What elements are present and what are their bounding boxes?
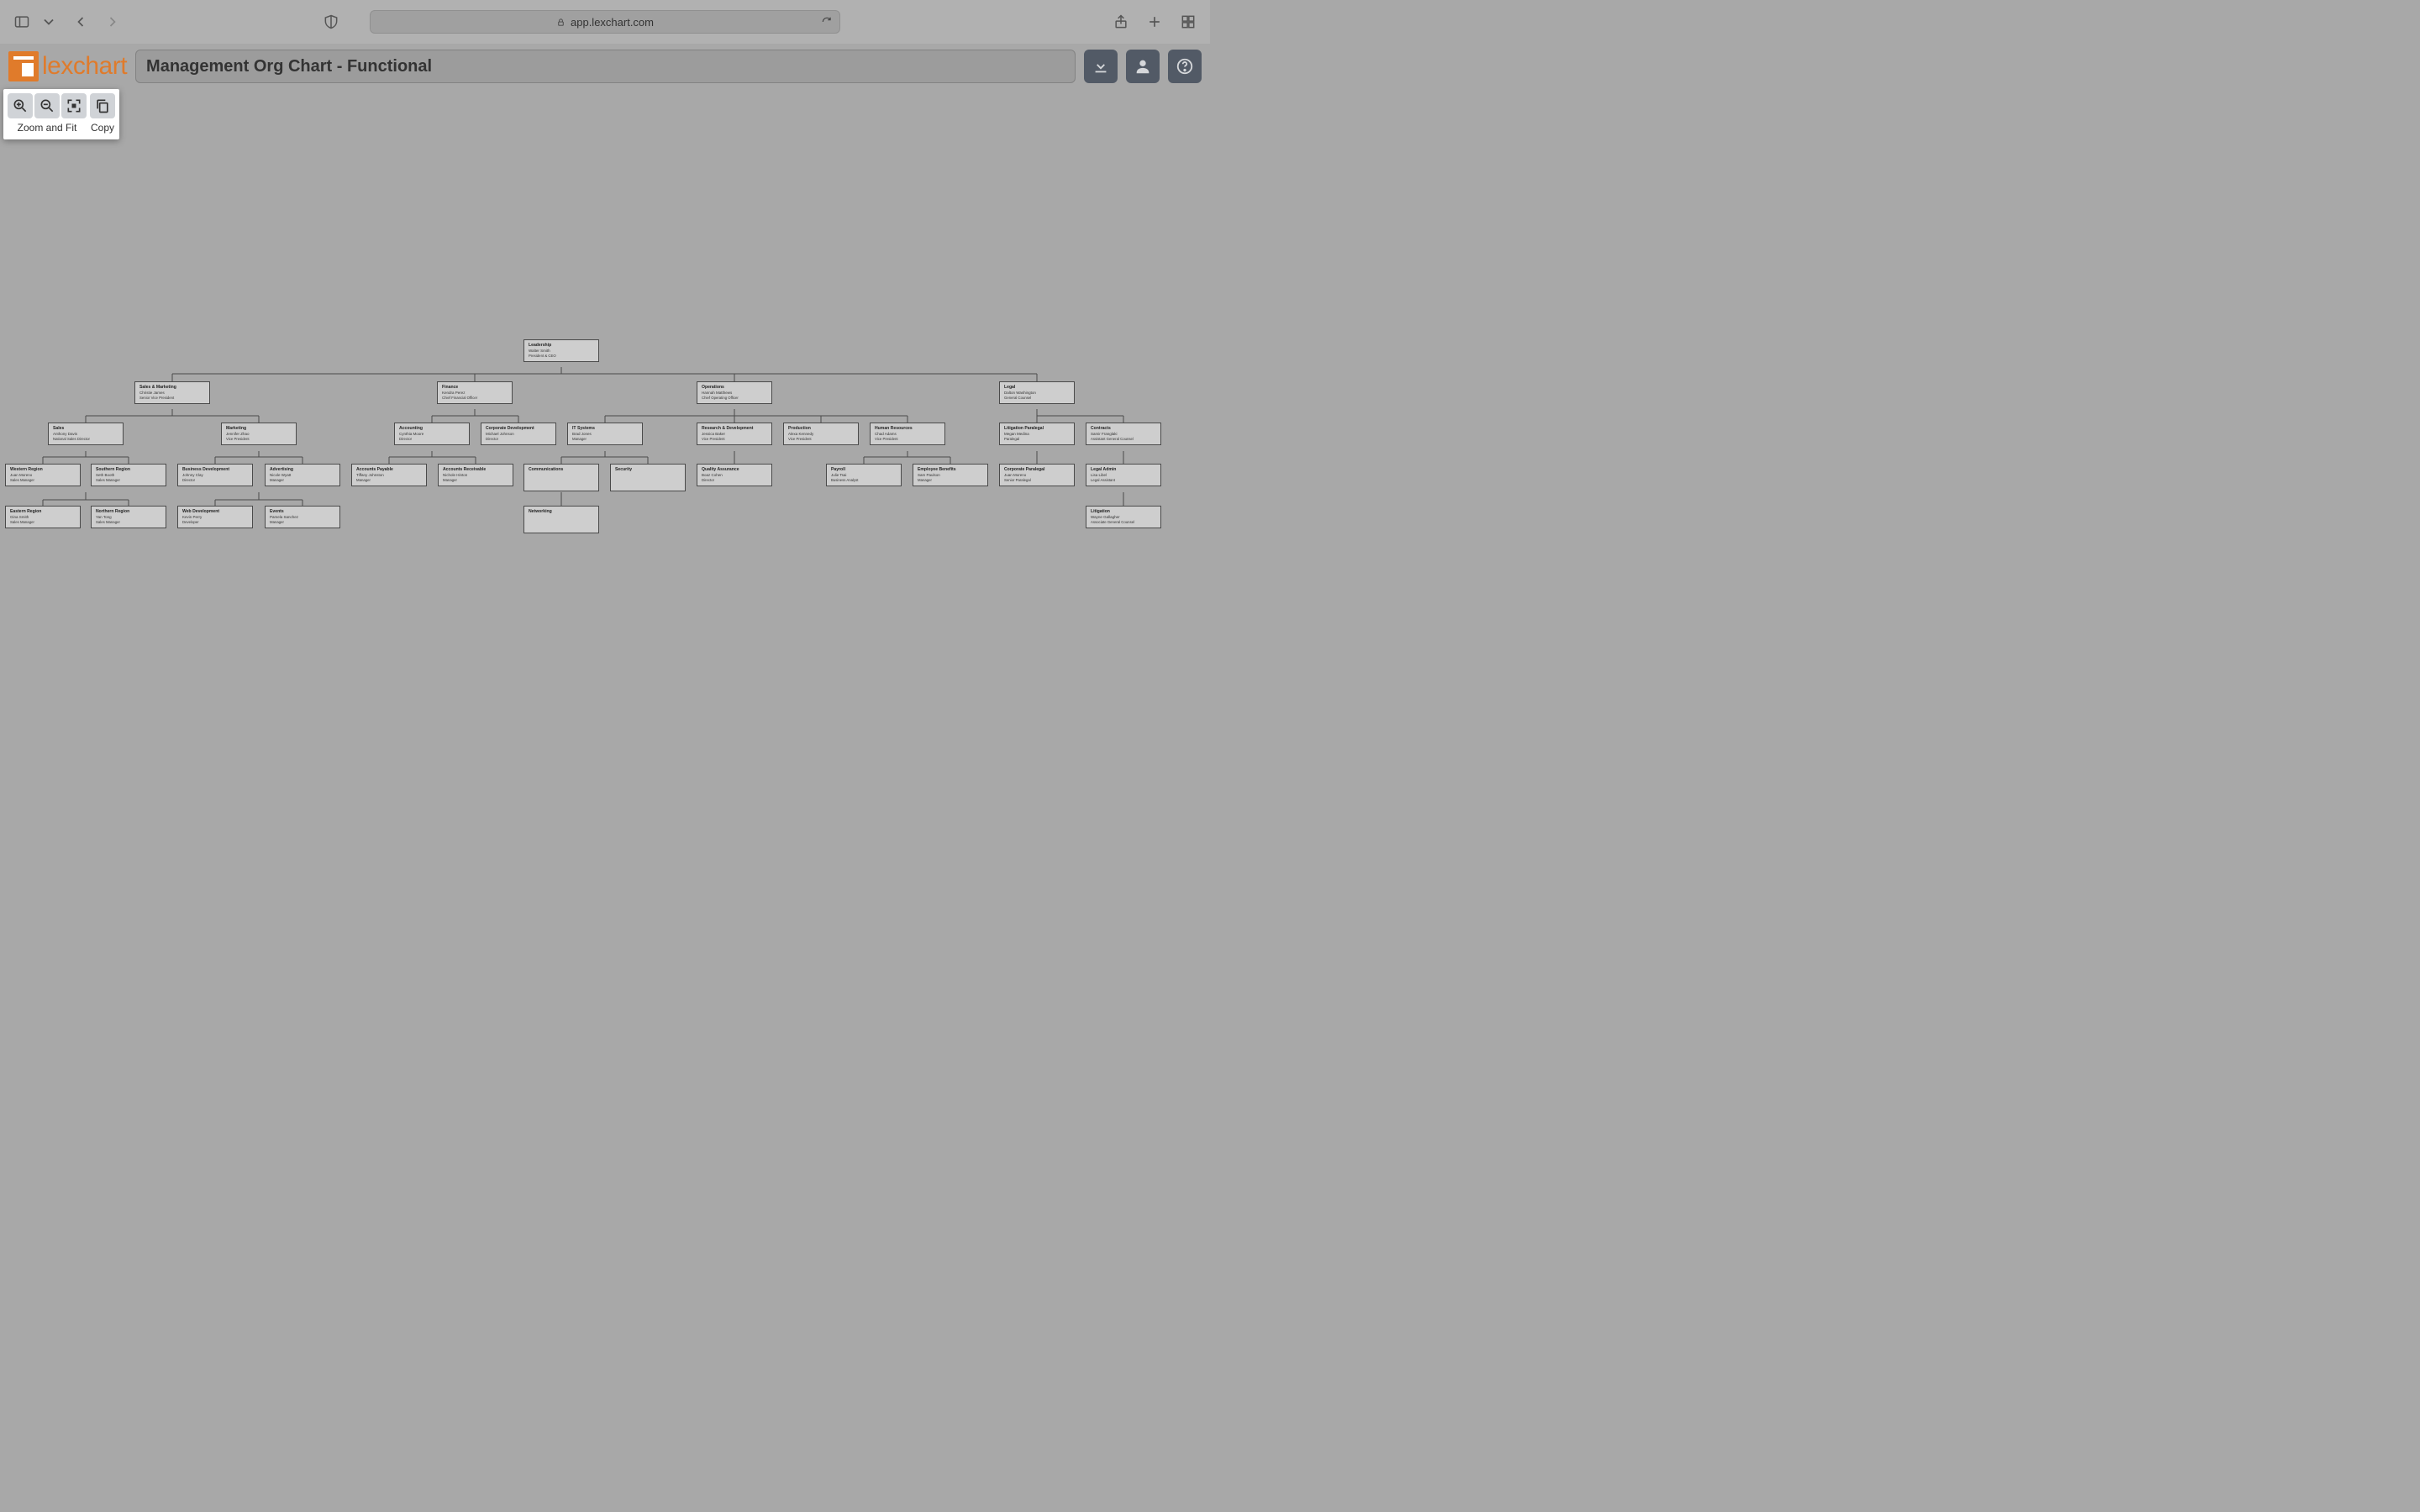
node-quality-assurance[interactable]: Quality Assurance Boaz Cohen Director xyxy=(697,464,772,486)
node-operations[interactable]: Operations Hannah Matthews Chief Operati… xyxy=(697,381,772,404)
node-sales-marketing[interactable]: Sales & Marketing Christie James Senior … xyxy=(134,381,210,404)
node-business-development[interactable]: Business Development Johnny Clay Directo… xyxy=(177,464,253,486)
node-events[interactable]: Events Pamela Sanchez Manager xyxy=(265,506,340,528)
copy-group: Copy xyxy=(90,93,115,134)
node-litigation[interactable]: Litigation Wayne Gallagher Associate Gen… xyxy=(1086,506,1161,528)
copy-group-label: Copy xyxy=(91,122,114,134)
copy-button[interactable] xyxy=(90,93,115,118)
node-employee-benefits[interactable]: Employee Benefits Sam Paulson Manager xyxy=(913,464,988,486)
node-legal[interactable]: Legal Dalton Washington General Counsel xyxy=(999,381,1075,404)
node-accounting[interactable]: Accounting Cynthia Moore Director xyxy=(394,423,470,445)
node-finance[interactable]: Finance Kendra Perez Chief Financial Off… xyxy=(437,381,513,404)
zoom-in-button[interactable] xyxy=(8,93,33,118)
node-northern-region[interactable]: Northern Region Yan Tong Sales Manager xyxy=(91,506,166,528)
zoom-copy-toolbar: Zoom and Fit Copy xyxy=(3,89,119,139)
node-security[interactable]: Security xyxy=(610,464,686,491)
node-southern-region[interactable]: Southern Region Seth Booth Sales Manager xyxy=(91,464,166,486)
node-communications[interactable]: Communications xyxy=(523,464,599,491)
zoom-group-label: Zoom and Fit xyxy=(18,122,77,134)
node-leadership[interactable]: Leadership Walter Smith President & CEO xyxy=(523,339,599,362)
zoom-out-button[interactable] xyxy=(34,93,60,118)
node-eastern-region[interactable]: Eastern Region Gina Smith Sales Manager xyxy=(5,506,81,528)
node-sales[interactable]: Sales Anthony Davis National Sales Direc… xyxy=(48,423,124,445)
node-hr[interactable]: Human Resources Chad Adams Vice Presiden… xyxy=(870,423,945,445)
node-it-systems[interactable]: IT Systems Brad Jones Manager xyxy=(567,423,643,445)
node-western-region[interactable]: Western Region Juan Moreno Sales Manager xyxy=(5,464,81,486)
node-rnd[interactable]: Research & Development Jessica Baker Vic… xyxy=(697,423,772,445)
node-accounts-payable[interactable]: Accounts Payable Tiffany Johnston Manage… xyxy=(351,464,427,486)
zoom-group: Zoom and Fit xyxy=(8,93,87,134)
node-production[interactable]: Production Alexa Kennedy Vice President xyxy=(783,423,859,445)
node-legal-admin[interactable]: Legal Admin Lisa Libel Legal Assistant xyxy=(1086,464,1161,486)
node-web-development[interactable]: Web Development Kevin Perry Developer xyxy=(177,506,253,528)
node-networking[interactable]: Networking xyxy=(523,506,599,533)
node-marketing[interactable]: Marketing Jennifer Zhao Vice President xyxy=(221,423,297,445)
node-contracts[interactable]: Contracts Samir Franglaki Assistant Gene… xyxy=(1086,423,1161,445)
connectors xyxy=(0,0,1210,756)
node-litigation-paralegal[interactable]: Litigation Paralegal Megan Medina Parale… xyxy=(999,423,1075,445)
node-corporate-development[interactable]: Corporate Development Michael Johnson Di… xyxy=(481,423,556,445)
node-accounts-receivable[interactable]: Accounts Receivable Nichole Hinton Manag… xyxy=(438,464,513,486)
node-advertising[interactable]: Advertising Nicole Wyatt Manager xyxy=(265,464,340,486)
fit-screen-button[interactable] xyxy=(61,93,87,118)
org-chart-canvas[interactable]: Leadership Walter Smith President & CEO … xyxy=(0,0,1210,756)
node-payroll[interactable]: Payroll Julie Tsai Business Analyst xyxy=(826,464,902,486)
node-corporate-paralegal[interactable]: Corporate Paralegal Juan Moreno Senior P… xyxy=(999,464,1075,486)
